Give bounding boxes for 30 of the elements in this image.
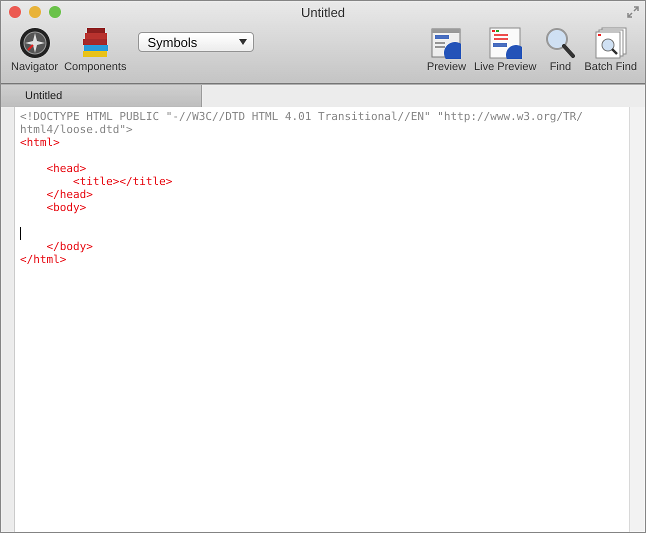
minimize-button[interactable] [29,6,41,18]
toolbar-button[interactable]: Components [62,27,128,73]
text-cursor [20,227,21,240]
toolbar-button[interactable]: Find [542,27,578,73]
code-line: </body> [45,240,94,253]
close-button[interactable] [9,6,21,18]
symbols-dropdown[interactable]: Symbols [138,32,254,52]
code-line: <!DOCTYPE HTML PUBLIC "-//W3C//DTD HTML 4.01 Transitional//EN" "http://www.w3.org/TR/ [20,110,584,123]
compass-icon [18,27,52,59]
web-page-globe-icon [488,27,522,59]
tab[interactable]: Untitled [1,85,201,107]
code-line: <head> [45,162,88,175]
zoom-button[interactable] [49,6,61,18]
caret-icon [239,39,248,45]
fullscreen-icon[interactable] [627,6,639,18]
window-title: Untitled [300,4,346,20]
code-line: <title></title> [72,175,174,188]
toolbar-button[interactable]: Preview [424,27,468,73]
stacked-pages-search-icon [594,27,628,59]
toolbar-button[interactable]: Live Preview [472,27,538,73]
code-line: </html> [20,253,68,266]
code-line: html4/loose.dtd"> [20,123,134,136]
toolbar-button[interactable]: Navigator [9,27,60,73]
search-icon [544,27,576,59]
code-line: </head> [45,188,94,201]
code-line: <body> [45,201,88,214]
web-page-globe-icon [431,27,462,59]
code-line: <html> [20,136,61,149]
scroll-bar[interactable] [629,107,645,532]
toolbar-button[interactable]: Batch Find [582,27,639,73]
